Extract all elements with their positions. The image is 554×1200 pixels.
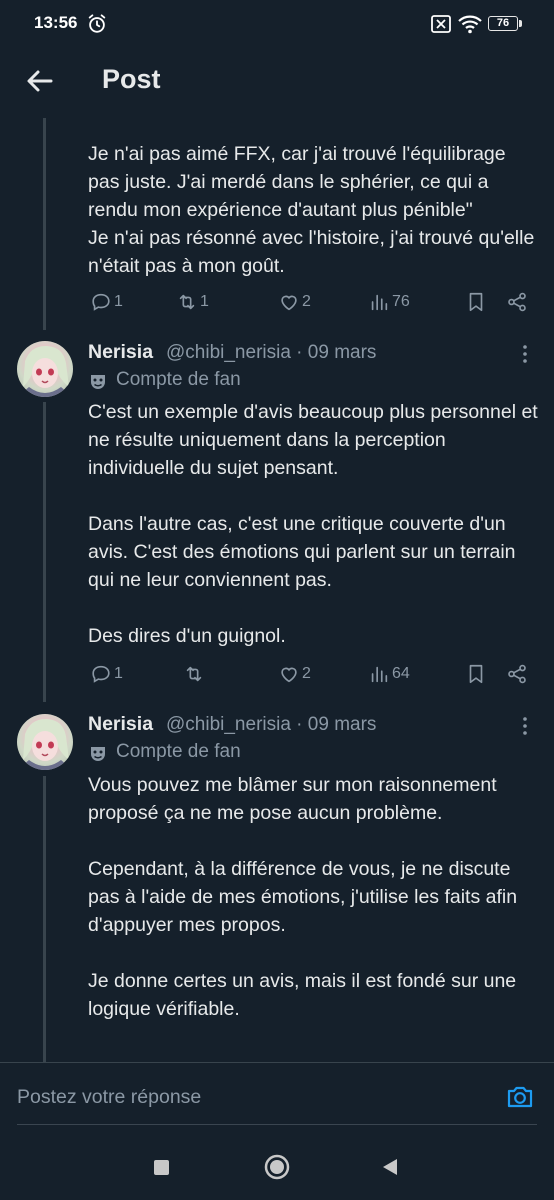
fan-badge: Compte de fan bbox=[88, 741, 388, 767]
page-title: Post bbox=[102, 64, 161, 94]
author-name[interactable]: Nerisia bbox=[88, 341, 153, 364]
back-triangle-icon[interactable] bbox=[380, 1157, 400, 1177]
battery-tip bbox=[519, 20, 522, 27]
author-name[interactable]: Nerisia bbox=[88, 713, 153, 736]
reply-count: 1 bbox=[114, 293, 123, 310]
no-sim-icon bbox=[431, 15, 451, 33]
fan-label: Compte de fan bbox=[116, 741, 241, 762]
battery-icon: 76 bbox=[488, 16, 518, 31]
top-bar: Post bbox=[0, 52, 554, 112]
views-icon bbox=[371, 666, 388, 683]
avatar-image bbox=[17, 345, 73, 397]
reply-icon bbox=[92, 665, 110, 683]
tweet-text: Vous pouvez me blâmer sur mon raisonneme… bbox=[88, 774, 518, 1020]
views-button[interactable]: 64 bbox=[368, 663, 410, 685]
arrow-left-icon[interactable] bbox=[24, 65, 56, 97]
recent-apps-button[interactable] bbox=[154, 1160, 169, 1175]
views-icon bbox=[371, 294, 388, 311]
avatar[interactable] bbox=[17, 341, 73, 397]
bookmark-icon[interactable] bbox=[465, 663, 487, 685]
retweet-count: 1 bbox=[200, 293, 209, 310]
avatar[interactable] bbox=[17, 714, 73, 770]
retweet-button[interactable]: 1 bbox=[176, 291, 209, 313]
theater-mask-icon bbox=[91, 747, 105, 761]
more-options-icon[interactable] bbox=[518, 343, 532, 365]
author-handle[interactable]: @chibi_nerisia · 09 mars bbox=[166, 714, 376, 736]
fan-badge: Compte de fan bbox=[88, 369, 388, 395]
camera-icon[interactable] bbox=[505, 1082, 535, 1112]
tweet-text: C'est un exemple d'avis beaucoup plus pe… bbox=[88, 401, 538, 647]
like-button[interactable]: 2 bbox=[278, 291, 311, 313]
status-bar: 13:56 76 bbox=[0, 0, 554, 50]
reply-underline bbox=[17, 1124, 537, 1125]
retweet-button[interactable] bbox=[183, 663, 207, 685]
tweet-header: Nerisia @chibi_nerisia · 09 mars bbox=[88, 341, 538, 369]
system-nav-bar bbox=[0, 1130, 554, 1200]
share-icon[interactable] bbox=[506, 291, 528, 313]
reply-button[interactable]: 1 bbox=[90, 663, 123, 685]
reply-composer: Postez votre réponse bbox=[0, 1062, 554, 1126]
wifi-icon bbox=[458, 15, 482, 34]
avatar-image bbox=[17, 718, 73, 770]
reply-count: 1 bbox=[114, 665, 123, 682]
thread-line bbox=[43, 118, 46, 330]
share-icon[interactable] bbox=[506, 663, 528, 685]
bookmark-icon[interactable] bbox=[465, 291, 487, 313]
more-options-icon[interactable] bbox=[518, 715, 532, 737]
tweet-actions: 1 1 2 76 bbox=[88, 291, 538, 317]
like-count: 2 bbox=[302, 665, 311, 682]
like-count: 2 bbox=[302, 293, 311, 310]
retweet-icon bbox=[186, 666, 202, 682]
heart-icon bbox=[281, 667, 297, 683]
like-button[interactable]: 2 bbox=[278, 663, 311, 685]
views-button[interactable]: 76 bbox=[368, 291, 410, 313]
status-time: 13:56 bbox=[34, 13, 78, 32]
tweet-text: Je n'ai pas aimé FFX, car j'ai trouvé l'… bbox=[88, 143, 535, 277]
alarm-icon bbox=[88, 14, 106, 33]
theater-mask-icon bbox=[91, 375, 105, 389]
tweet-actions: 1 2 64 bbox=[88, 663, 538, 689]
heart-icon bbox=[281, 295, 297, 311]
home-button[interactable] bbox=[264, 1154, 290, 1180]
reply-icon bbox=[92, 293, 110, 311]
tweet-header: Nerisia @chibi_nerisia · 09 mars bbox=[88, 713, 538, 741]
views-count: 76 bbox=[392, 293, 410, 310]
fan-label: Compte de fan bbox=[116, 369, 241, 390]
reply-input[interactable]: Postez votre réponse bbox=[17, 1086, 201, 1109]
thread-line bbox=[43, 402, 46, 702]
thread-line bbox=[43, 776, 46, 1066]
views-count: 64 bbox=[392, 665, 410, 682]
retweet-icon bbox=[179, 294, 195, 310]
reply-button[interactable]: 1 bbox=[90, 291, 123, 313]
reply-divider bbox=[0, 1062, 554, 1063]
author-handle[interactable]: @chibi_nerisia · 09 mars bbox=[166, 342, 376, 364]
